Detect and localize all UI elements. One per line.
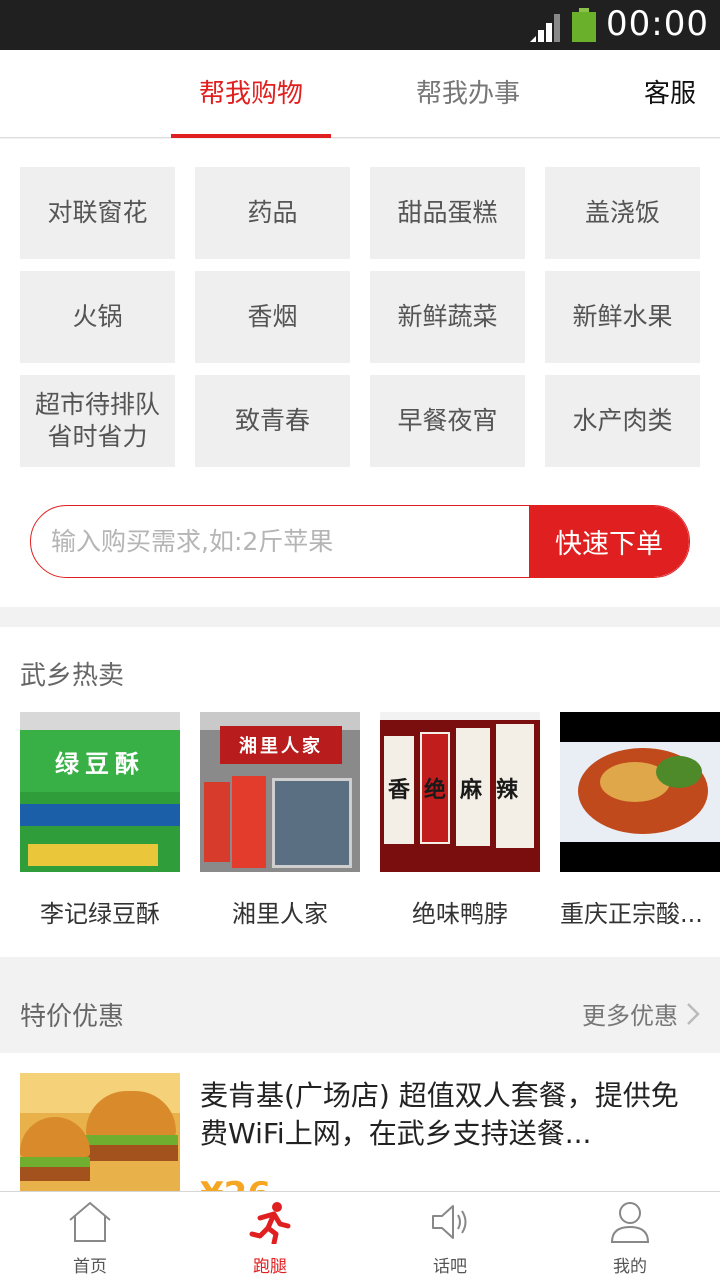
category-button[interactable]: 盖浇饭 <box>545 167 700 259</box>
top-tab-bar: 帮我购物 帮我办事 客服 <box>0 50 720 138</box>
deal-image <box>20 1073 180 1193</box>
quick-order-bar: 快速下单 <box>30 505 690 578</box>
nav-chat[interactable]: 话吧 <box>360 1192 540 1280</box>
category-label: 早餐夜宵 <box>397 406 498 435</box>
status-bar: 00:00 <box>0 0 720 50</box>
category-label: 火锅 <box>72 302 123 331</box>
shop-card[interactable]: 香绝麻辣 绝味鸭脖 <box>380 712 540 929</box>
category-button[interactable]: 新鲜蔬菜 <box>370 271 525 363</box>
shop-sign: 湘里人家 <box>220 726 342 764</box>
deal-list-item[interactable]: 麦肯基(广场店) 超值双人套餐，提供免费WiFi上网，在武乡支持送餐... ¥2… <box>0 1053 720 1193</box>
category-label: 水产肉类 <box>572 406 673 435</box>
category-button[interactable]: 火锅 <box>20 271 175 363</box>
tab-errands[interactable]: 帮我办事 <box>388 50 548 138</box>
hot-sellers-section: 武乡热卖 绿豆酥 李记绿豆酥 湘里人家 湘里人家 香绝麻辣 绝味鸭脖 重庆正宗酸… <box>0 627 720 957</box>
tab-errands-label: 帮我办事 <box>415 79 520 109</box>
nav-mine[interactable]: 我的 <box>540 1192 720 1280</box>
more-deals-label: 更多优惠 <box>582 1002 678 1030</box>
battery-icon <box>572 8 596 42</box>
quick-order-label: 快速下单 <box>555 529 663 560</box>
category-button[interactable]: 新鲜水果 <box>545 271 700 363</box>
active-tab-indicator <box>171 134 331 138</box>
nav-chat-label: 话吧 <box>433 1257 467 1277</box>
quick-order-button[interactable]: 快速下单 <box>529 506 689 577</box>
customer-service-button[interactable]: 客服 <box>625 50 715 138</box>
category-button[interactable]: 甜品蛋糕 <box>370 167 525 259</box>
shop-name: 重庆正宗酸... <box>560 900 703 928</box>
category-button[interactable]: 早餐夜宵 <box>370 375 525 467</box>
shop-image: 湘里人家 <box>200 712 360 872</box>
tab-shopping-label: 帮我购物 <box>198 79 303 109</box>
nav-home[interactable]: 首页 <box>0 1192 180 1280</box>
bottom-navigation: 首页 跑腿 话吧 我的 <box>0 1191 720 1280</box>
speaker-icon <box>432 1205 467 1239</box>
shop-name: 湘里人家 <box>232 900 328 928</box>
category-button[interactable]: 水产肉类 <box>545 375 700 467</box>
category-button[interactable]: 药品 <box>195 167 350 259</box>
nav-errand[interactable]: 跑腿 <box>180 1192 360 1280</box>
tab-shopping[interactable]: 帮我购物 <box>171 50 331 138</box>
deals-header: 特价优惠 更多优惠 <box>0 970 720 1053</box>
user-icon <box>610 1202 650 1243</box>
category-label: 香烟 <box>247 302 298 331</box>
more-deals-link[interactable]: 更多优惠 <box>582 996 700 1031</box>
shop-card[interactable]: 湘里人家 湘里人家 <box>200 712 360 929</box>
category-label: 致青春 <box>234 406 310 435</box>
status-time: 00:00 <box>606 4 709 44</box>
shop-card[interactable]: 绿豆酥 李记绿豆酥 <box>20 712 180 929</box>
category-label: 甜品蛋糕 <box>397 198 498 227</box>
category-label: 盖浇饭 <box>584 198 660 227</box>
shop-sign: 香绝麻辣 <box>388 778 533 803</box>
chevron-right-icon <box>687 1002 700 1025</box>
running-man-icon <box>249 1202 291 1244</box>
category-label: 新鲜水果 <box>572 302 673 331</box>
nav-errand-label: 跑腿 <box>253 1257 287 1277</box>
category-button[interactable]: 香烟 <box>195 271 350 363</box>
hot-sellers-title: 武乡热卖 <box>20 661 125 691</box>
shop-sign: 绿豆酥 <box>20 730 180 792</box>
category-label: 新鲜蔬菜 <box>397 302 498 331</box>
deal-description: 麦肯基(广场店) 超值双人套餐，提供免费WiFi上网，在武乡支持送餐... <box>200 1079 679 1150</box>
nav-mine-label: 我的 <box>613 1257 647 1277</box>
shop-image <box>560 712 720 872</box>
category-button[interactable]: 致青春 <box>195 375 350 467</box>
customer-service-label: 客服 <box>643 79 696 109</box>
home-icon <box>69 1201 111 1242</box>
nav-home-label: 首页 <box>73 1257 107 1277</box>
category-label: 超市待排队 省时省力 <box>34 390 160 451</box>
shop-image: 香绝麻辣 <box>380 712 540 872</box>
signal-icon <box>530 14 560 42</box>
category-label: 对联窗花 <box>47 198 148 227</box>
category-button[interactable]: 对联窗花 <box>20 167 175 259</box>
purchase-request-input[interactable] <box>31 506 531 577</box>
deals-title: 特价优惠 <box>20 1002 125 1032</box>
shop-image: 绿豆酥 <box>20 712 180 872</box>
category-button[interactable]: 超市待排队 省时省力 <box>20 375 175 467</box>
shop-name: 李记绿豆酥 <box>40 900 160 928</box>
shop-card[interactable]: 重庆正宗酸... <box>560 712 720 929</box>
shop-name: 绝味鸭脖 <box>412 900 508 928</box>
category-label: 药品 <box>247 198 298 227</box>
